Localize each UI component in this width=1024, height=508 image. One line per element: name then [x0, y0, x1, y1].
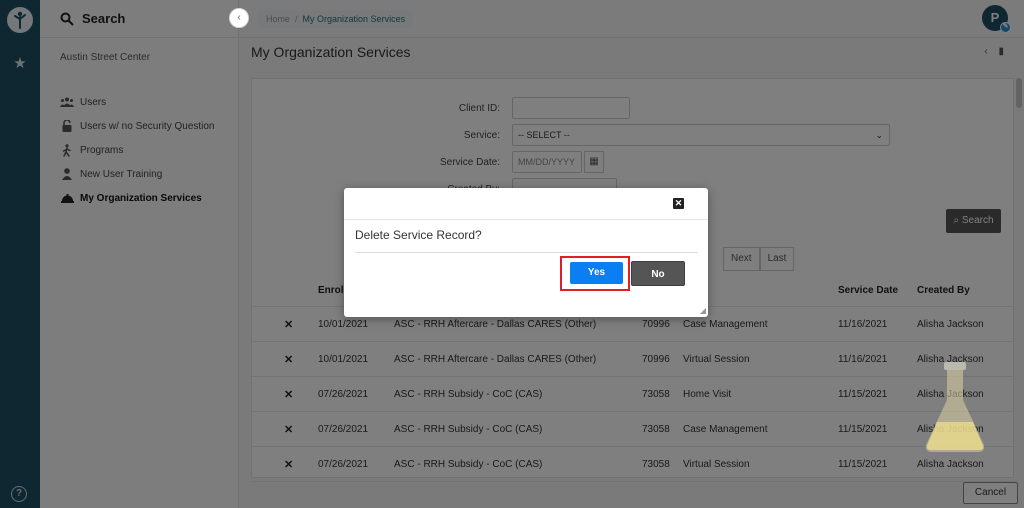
yes-button[interactable]: Yes	[570, 262, 623, 284]
dialog-message: Delete Service Record?	[355, 228, 482, 242]
chevron-left-icon: ‹	[237, 12, 241, 23]
delete-confirm-dialog: ✕ Delete Service Record? Yes No ◢	[344, 188, 708, 317]
dialog-header: ✕	[344, 188, 708, 220]
flask-watermark-icon	[925, 362, 985, 452]
no-button[interactable]: No	[631, 261, 685, 286]
collapse-sidebar-button[interactable]: ‹	[229, 8, 249, 28]
dialog-divider	[355, 252, 698, 253]
resize-handle-icon[interactable]: ◢	[700, 306, 706, 315]
close-icon[interactable]: ✕	[673, 198, 684, 209]
